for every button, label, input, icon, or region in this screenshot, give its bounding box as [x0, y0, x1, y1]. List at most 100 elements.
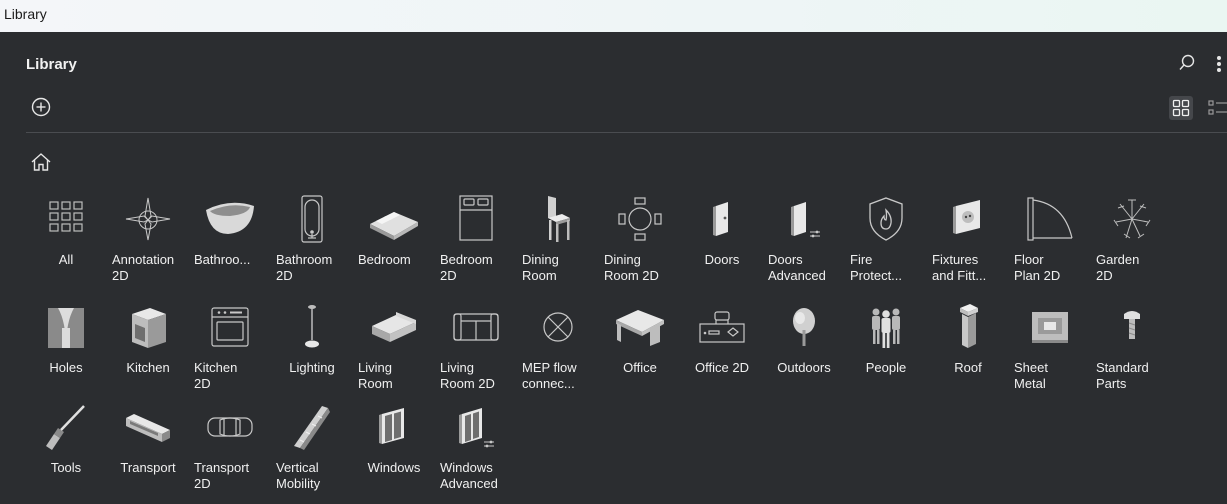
bathtub-2d-icon	[301, 195, 323, 243]
category-label: Office	[623, 360, 657, 375]
category-label: Office 2D	[695, 360, 749, 375]
escalator-icon	[294, 406, 330, 450]
category-label: Doors Advanced	[768, 252, 826, 283]
category-vertical-mobility[interactable]: Vertical Mobility	[272, 402, 354, 498]
category-windows[interactable]: Windows	[354, 402, 436, 498]
category-label: Transport 2D	[194, 460, 250, 491]
sofa-2d-icon	[453, 313, 499, 341]
category-windows-advanced[interactable]: Windows Advanced	[436, 402, 518, 498]
category-living-room-2d[interactable]: Living Room 2D	[436, 302, 518, 398]
more-vertical-icon[interactable]	[1215, 54, 1223, 74]
compass-rose-icon	[125, 197, 171, 241]
category-sheet-metal[interactable]: Sheet Metal	[1010, 302, 1092, 398]
mep-connector-icon	[543, 312, 573, 342]
category-doors[interactable]: Doors	[682, 194, 764, 290]
people-icon	[872, 308, 900, 348]
category-people[interactable]: People	[846, 302, 928, 398]
grid-view-icon	[1172, 99, 1190, 117]
category-roof[interactable]: Roof	[928, 302, 1010, 398]
category-label: Garden 2D	[1096, 252, 1140, 283]
bed-2d-icon	[459, 195, 493, 241]
category-fixtures-and-fittings[interactable]: Fixtures and Fitt...	[928, 194, 1010, 290]
hole-icon	[48, 308, 84, 348]
search-icon[interactable]	[1178, 54, 1196, 72]
category-office[interactable]: Office	[600, 302, 682, 398]
category-label: Bedroom	[358, 252, 411, 267]
category-living-room[interactable]: Living Room	[354, 302, 436, 398]
chimney-icon	[960, 304, 978, 348]
category-standard-parts[interactable]: Standard Parts	[1092, 302, 1174, 398]
panel-title: Library	[26, 56, 77, 73]
grid-view-button[interactable]	[1169, 96, 1193, 120]
category-label: Dining Room	[522, 252, 559, 283]
category-floor-plan-2d[interactable]: Floor Plan 2D	[1010, 194, 1092, 290]
category-transport[interactable]: Transport	[108, 402, 190, 498]
category-label: Vertical Mobility	[276, 460, 321, 491]
add-circle-icon[interactable]	[30, 96, 52, 118]
category-label: All	[58, 252, 74, 267]
category-label: Standard Parts	[1096, 360, 1149, 391]
chair-icon	[548, 196, 570, 242]
oven-icon	[132, 308, 166, 348]
category-label: Living Room 2D	[440, 360, 495, 391]
bed-icon	[370, 212, 418, 240]
category-label: Floor Plan 2D	[1014, 252, 1061, 283]
sofa-icon	[372, 312, 416, 342]
category-bedroom[interactable]: Bedroom	[354, 194, 436, 290]
category-kitchen-2d[interactable]: Kitchen 2D	[190, 302, 272, 398]
category-label: Bedroom 2D	[440, 252, 493, 283]
category-lighting[interactable]: Lighting	[272, 302, 354, 398]
category-label: Bathroo...	[194, 252, 251, 267]
sheet-metal-icon	[1032, 312, 1068, 343]
category-label: Living Room	[358, 360, 393, 391]
door-icon	[713, 202, 728, 236]
category-label: Kitchen	[126, 360, 170, 375]
category-label: People	[865, 360, 907, 375]
outdoor-tree-icon	[793, 308, 815, 346]
category-label: MEP flow connec...	[522, 360, 577, 391]
category-label: Tools	[50, 460, 82, 475]
bathtub-icon	[206, 202, 254, 234]
header-divider	[26, 132, 1227, 133]
category-label: Kitchen 2D	[194, 360, 238, 391]
category-dining-room-2d[interactable]: Dining Room 2D	[600, 194, 682, 290]
list-view-icon[interactable]	[1208, 99, 1227, 117]
category-office-2d[interactable]: Office 2D	[682, 302, 764, 398]
library-panel: Library All Annotation 2D Bathroo... Bat…	[9, 32, 1227, 504]
category-label: Fixtures and Fitt...	[932, 252, 987, 283]
category-all[interactable]: All	[26, 194, 108, 290]
home-icon[interactable]	[30, 152, 52, 172]
tree-2d-icon	[1113, 199, 1151, 239]
oven-2d-icon	[211, 307, 249, 347]
category-label: Fire Protect...	[850, 252, 903, 283]
fire-shield-icon	[869, 197, 903, 241]
desk-2d-icon	[699, 311, 745, 343]
category-transport-2d[interactable]: Transport 2D	[190, 402, 272, 498]
category-label: Bathroom 2D	[276, 252, 333, 283]
category-dining-room[interactable]: Dining Room	[518, 194, 600, 290]
category-bathroom[interactable]: Bathroo...	[190, 194, 272, 290]
category-label: Outdoors	[777, 360, 831, 375]
category-label: Transport	[120, 460, 176, 475]
category-mep-flow-connectors[interactable]: MEP flow connec...	[518, 302, 600, 398]
all-grid-icon	[49, 201, 83, 232]
category-outdoors[interactable]: Outdoors	[764, 302, 846, 398]
window-titlebar: Library	[0, 0, 1227, 32]
category-label: Holes	[49, 360, 83, 375]
category-tools[interactable]: Tools	[26, 402, 108, 498]
door-advanced-icon	[791, 202, 820, 238]
category-doors-advanced[interactable]: Doors Advanced	[764, 194, 846, 290]
category-fire-protection[interactable]: Fire Protect...	[846, 194, 928, 290]
category-label: Roof	[954, 360, 982, 375]
category-garden-2d[interactable]: Garden 2D	[1092, 194, 1174, 290]
car-2d-icon	[207, 417, 253, 437]
category-bathroom-2d[interactable]: Bathroom 2D	[272, 194, 354, 290]
category-label: Windows Advanced	[440, 460, 498, 491]
category-kitchen[interactable]: Kitchen	[108, 302, 190, 398]
category-bedroom-2d[interactable]: Bedroom 2D	[436, 194, 518, 290]
category-label: Annotation 2D	[112, 252, 175, 283]
category-annotation-2d[interactable]: Annotation 2D	[108, 194, 190, 290]
bus-icon	[126, 414, 170, 442]
socket-icon	[953, 200, 980, 234]
category-holes[interactable]: Holes	[26, 302, 108, 398]
